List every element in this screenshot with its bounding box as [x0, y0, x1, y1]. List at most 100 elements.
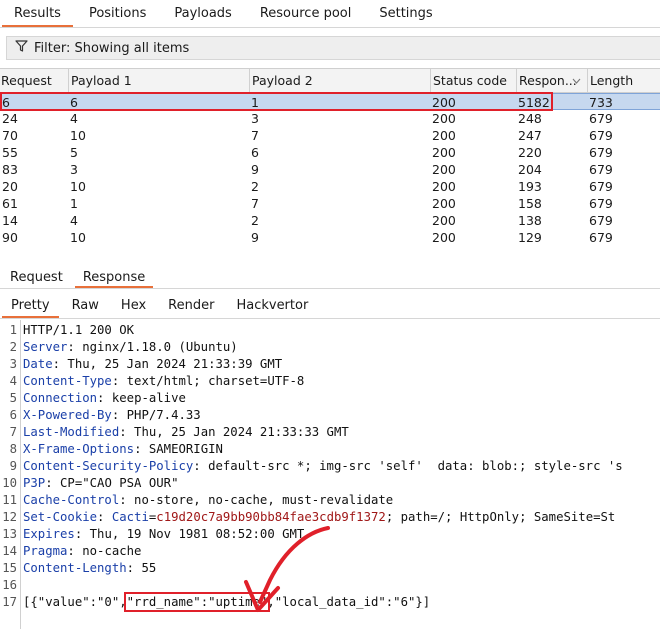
cell-response-received: 193 [518, 179, 542, 194]
table-row[interactable]: 70 10 7 200 247 679 [0, 127, 660, 144]
tab-hackvertor[interactable]: Hackvertor [225, 294, 319, 318]
header-name: Content-Type [23, 374, 112, 388]
header-name: Server [23, 340, 68, 354]
line-number: 17 [2, 595, 17, 609]
cell-response-received: 158 [518, 196, 542, 211]
tab-results[interactable]: Results [0, 0, 75, 27]
cell-payload-1: 4 [70, 111, 78, 126]
cell-payload-1: 10 [70, 128, 86, 143]
header-name: Set-Cookie [23, 510, 98, 524]
line-number: 1 [9, 323, 17, 337]
cell-request: 83 [2, 162, 18, 177]
line-content: Content-Type: text/html; charset=UTF-8 [23, 373, 304, 390]
tab-request[interactable]: Request [0, 268, 73, 288]
cell-request: 24 [2, 111, 18, 126]
header-colon: : [52, 357, 61, 371]
cell-payload-1: 4 [70, 213, 78, 228]
header-name: X-Powered-By [23, 408, 112, 422]
column-header-response-received[interactable]: Respon... [516, 69, 587, 92]
cell-length: 679 [589, 230, 613, 245]
filter-label: Filter: Showing all items [34, 40, 190, 56]
header-name: Content-Security-Policy [23, 459, 194, 473]
tab-hex[interactable]: Hex [110, 294, 157, 318]
cell-payload-2: 2 [251, 179, 259, 194]
tab-pretty[interactable]: Pretty [0, 294, 61, 318]
table-row[interactable]: 14 4 2 200 138 679 [0, 212, 660, 229]
header-name: Pragma [23, 544, 68, 558]
header-name: X-Frame-Options [23, 442, 135, 456]
line-number: 12 [2, 510, 17, 524]
column-header-payload-1[interactable]: Payload 1 [68, 69, 249, 92]
cell-status-code: 200 [432, 213, 456, 228]
column-header-request[interactable]: Request [0, 69, 68, 92]
cell-payload-1: 10 [70, 179, 86, 194]
cell-payload-2: 1 [249, 93, 430, 110]
header-colon: : [126, 561, 135, 575]
cell-payload-2: 7 [251, 128, 259, 143]
cell-request: 20 [2, 179, 18, 194]
tab-resource-pool[interactable]: Resource pool [246, 0, 366, 27]
header-value: SAMEORIGIN [141, 442, 223, 456]
header-name: Cache-Control [23, 493, 120, 507]
line-content: X-Powered-By: PHP/7.4.33 [23, 407, 201, 424]
response-line: 6 X-Powered-By: PHP/7.4.33 [0, 407, 660, 424]
header-value: text/html; charset=UTF-8 [119, 374, 305, 388]
response-line: 11 Cache-Control: no-store, no-cache, mus… [0, 492, 660, 509]
cell-payload-2: 9 [251, 230, 259, 245]
cell-payload-1: 1 [70, 196, 78, 211]
tab-payloads[interactable]: Payloads [160, 0, 245, 27]
cell-response-received: 220 [518, 145, 542, 160]
response-line: 10 P3P: CP="CAO PSA OUR" [0, 475, 660, 492]
table-row[interactable]: 20 10 2 200 193 679 [0, 178, 660, 195]
header-value: default-src *; img-src 'self' data: blob… [200, 459, 623, 473]
header-value: no-store, no-cache, must-revalidate [126, 493, 394, 507]
cell-length: 679 [589, 111, 613, 126]
table-row[interactable]: 24 4 3 200 248 679 [0, 110, 660, 127]
table-row[interactable]: 61 1 7 200 158 679 [0, 195, 660, 212]
line-number: 3 [9, 357, 17, 371]
response-line: 8 X-Frame-Options: SAMEORIGIN [0, 441, 660, 458]
line-number: 7 [9, 425, 17, 439]
header-name: Expires [23, 527, 75, 541]
table-row-selected[interactable]: 6 6 1 200 5182 733 [0, 93, 660, 110]
table-row[interactable]: 55 5 6 200 220 679 [0, 144, 660, 161]
table-row[interactable]: 90 10 9 200 129 679 [0, 229, 660, 246]
tab-positions[interactable]: Positions [75, 0, 160, 27]
response-line: 2 Server: nginx/1.18.0 (Ubuntu) [0, 339, 660, 356]
cell-length: 679 [589, 162, 613, 177]
cell-response-received: 5182 [516, 93, 587, 110]
cell-status-code: 200 [432, 128, 456, 143]
cell-status-code: 200 [432, 196, 456, 211]
top-tab-bar: Results Positions Payloads Resource pool… [0, 0, 660, 28]
cell-request: 90 [2, 230, 18, 245]
cell-status-code: 200 [432, 179, 456, 194]
tab-response[interactable]: Response [73, 268, 155, 288]
line-content: Cache-Control: no-store, no-cache, must-… [23, 492, 393, 509]
header-colon: : [119, 493, 127, 507]
column-header-payload-2[interactable]: Payload 2 [249, 69, 430, 92]
cell-payload-2: 3 [251, 111, 259, 126]
header-name: Date [23, 357, 53, 371]
tab-raw[interactable]: Raw [61, 294, 110, 318]
cell-request: 55 [2, 145, 18, 160]
cell-payload-1: 5 [70, 145, 78, 160]
line-content: Last-Modified: Thu, 25 Jan 2024 21:33:33… [23, 424, 349, 441]
sort-desc-icon [572, 78, 581, 84]
cell-response-received: 248 [518, 111, 542, 126]
table-row[interactable]: 83 3 9 200 204 679 [0, 161, 660, 178]
line-number: 13 [2, 527, 17, 541]
response-line: 7 Last-Modified: Thu, 25 Jan 2024 21:33:3… [0, 424, 660, 441]
line-number: 15 [2, 561, 17, 575]
line-number: 8 [9, 442, 17, 456]
column-header-status-code[interactable]: Status code [430, 69, 516, 92]
header-value: no-cache [74, 544, 142, 558]
tab-render[interactable]: Render [157, 294, 225, 318]
line-content: Content-Length: 55 [23, 560, 156, 577]
header-colon: : [119, 425, 127, 439]
cell-status-code: 200 [430, 93, 516, 110]
tab-settings[interactable]: Settings [365, 0, 446, 27]
line-content: Server: nginx/1.18.0 (Ubuntu) [23, 339, 238, 356]
filter-bar[interactable]: Filter: Showing all items [6, 36, 660, 60]
column-header-length[interactable]: Length [587, 69, 660, 92]
cell-length: 733 [587, 93, 660, 110]
